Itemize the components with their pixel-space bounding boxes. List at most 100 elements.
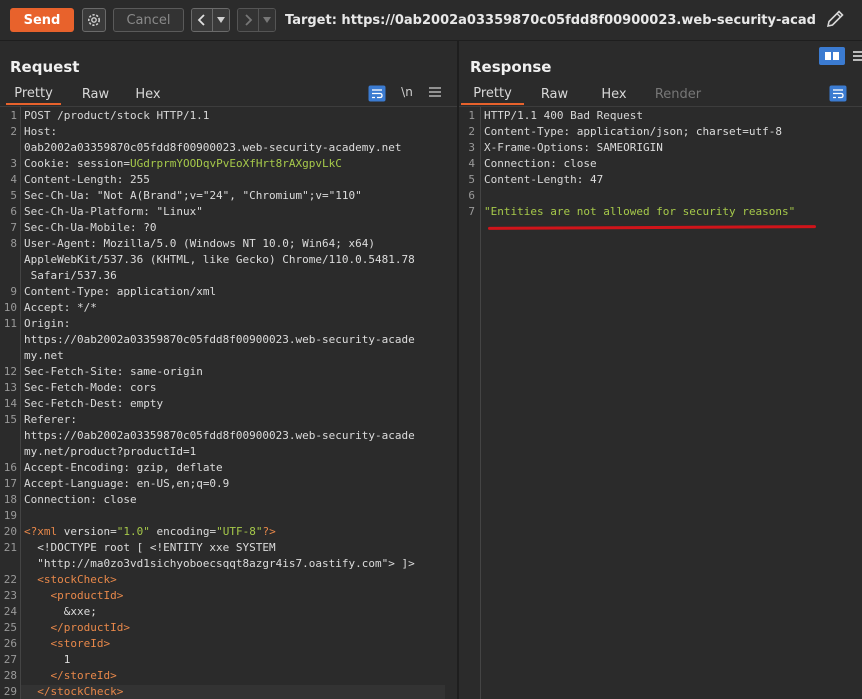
request-menu-button[interactable] [427, 85, 443, 99]
code-line: Sec-Fetch-Dest: empty [24, 397, 163, 410]
code-token: : [70, 413, 77, 426]
tab-request-pretty[interactable]: Pretty [6, 83, 61, 105]
line-number: 7 [10, 221, 17, 234]
code-line: Referer: [24, 413, 77, 426]
code-line: </productId> [24, 621, 129, 634]
forward-button[interactable] [238, 9, 258, 31]
tab-request-raw[interactable]: Raw [68, 83, 123, 105]
response-format-button[interactable] [829, 84, 847, 102]
code-token: 1 [24, 653, 71, 666]
code-line: User-Agent: Mozilla/5.0 (Windows NT 10.0… [24, 237, 375, 250]
code-token: AppleWebKit/537.36 (KHTML, like Gecko) C… [24, 253, 415, 266]
line-number: 13 [3, 381, 17, 394]
back-nav-group [191, 8, 230, 32]
code-token: <storeId> [24, 637, 111, 650]
line-number: 23 [3, 589, 17, 602]
code-line: Host: [24, 125, 57, 138]
response-gutter-divider [480, 107, 481, 699]
code-line: AppleWebKit/537.36 (KHTML, like Gecko) C… [24, 253, 415, 266]
code-line: 0ab2002a03359870c05fdd8f00900023.web-sec… [24, 141, 402, 154]
line-number: 6 [10, 205, 17, 218]
code-line: Sec-Ch-Ua-Mobile: ?0 [24, 221, 156, 234]
hamburger-icon [429, 87, 441, 97]
layout-rows-button[interactable] [851, 49, 862, 63]
code-token: Connection [484, 157, 551, 170]
code-token: X-Frame-Options [484, 141, 584, 154]
line-number: 3 [468, 141, 475, 154]
tab-response-render[interactable]: Render [648, 83, 708, 105]
code-token: Safari/537.36 [24, 269, 117, 282]
cancel-button[interactable]: Cancel [113, 8, 184, 32]
tab-response-pretty[interactable]: Pretty [461, 83, 524, 105]
code-line: Sec-Fetch-Site: same-origin [24, 365, 203, 378]
code-line: <!DOCTYPE root [ <!ENTITY xxe SYSTEM [24, 541, 275, 554]
tab-response-raw[interactable]: Raw [527, 83, 582, 105]
back-button[interactable] [192, 9, 212, 31]
line-number: 1 [10, 109, 17, 122]
code-line: 1 [24, 653, 71, 666]
settings-button[interactable] [82, 8, 106, 32]
toolbar: Send Cancel Target: https://0ab2002a0335… [0, 0, 862, 40]
forward-history-dropdown[interactable] [258, 9, 275, 31]
code-line: my.net [24, 349, 64, 362]
code-line: &xxe; [24, 605, 97, 618]
request-format-button[interactable] [368, 84, 386, 102]
back-history-dropdown[interactable] [212, 9, 229, 31]
code-token: <productId> [24, 589, 124, 602]
code-token: </stockCheck> [24, 685, 124, 698]
code-token: : */* [63, 301, 97, 314]
code-line: <stockCheck> [24, 573, 116, 586]
columns-layout-icon [819, 47, 845, 65]
code-token: : 255 [116, 173, 150, 186]
code-line: </storeId> [24, 669, 117, 682]
code-token: Sec-Ch-Ua-Platform [24, 205, 144, 218]
code-token: Sec-Ch-Ua [24, 189, 84, 202]
code-line: Connection: close [484, 157, 597, 170]
code-token: </storeId> [24, 669, 117, 682]
tab-response-hex[interactable]: Hex [594, 83, 634, 105]
code-token: UGdrprmYOODqvPvEoXfHrt8rAXgpvLkC [129, 157, 342, 170]
send-button[interactable]: Send [10, 8, 74, 32]
code-token: Sec-Fetch-Dest [24, 397, 117, 410]
code-line: https://0ab2002a03359870c05fdd8f00900023… [24, 333, 415, 346]
chevron-right-icon [245, 14, 253, 26]
rows-layout-icon [853, 51, 862, 61]
code-token: "1.0" [116, 525, 150, 538]
tab-request-hex[interactable]: Hex [128, 83, 168, 105]
code-line: Sec-Ch-Ua: "Not A(Brand";v="24", "Chromi… [24, 189, 362, 202]
code-line: X-Frame-Options: SAMEORIGIN [484, 141, 663, 154]
code-token: POST /product/stock HTTP/1.1 [24, 109, 210, 122]
pretty-format-icon [368, 85, 386, 101]
request-gutter-divider [20, 107, 21, 699]
code-token: Content-Type [24, 285, 104, 298]
code-token: Referer [24, 413, 71, 426]
line-number: 25 [3, 621, 17, 634]
request-editor[interactable]: 1 POST /product/stock HTTP/1.1 2 Host: 0ab20… [0, 107, 457, 699]
code-line: HTTP/1.1 400 Bad Request [484, 109, 643, 122]
line-number: 10 [3, 301, 17, 314]
code-token: : "Not A(Brand";v="24", "Chromium";v="11… [83, 189, 362, 202]
edit-target-button[interactable] [824, 8, 846, 30]
code-token: my.net [24, 349, 64, 362]
code-token: my.net/product?productId=1 [24, 445, 197, 458]
code-line: Content-Type: application/json; charset=… [484, 125, 782, 138]
line-number: 24 [3, 605, 17, 618]
newline-toggle-button[interactable]: \n [397, 84, 417, 100]
response-title: Response [470, 58, 552, 76]
chevron-down-icon [263, 17, 271, 23]
code-token: : en-US,en;q=0.9 [123, 477, 230, 490]
code-line: "Entities are not allowed for security r… [484, 205, 795, 218]
forward-nav-group [237, 8, 276, 32]
line-number: 1 [468, 109, 475, 122]
code-token: : 47 [576, 173, 604, 186]
layout-toggle-button[interactable] [818, 47, 846, 65]
code-token: Sec-Fetch-Site [24, 365, 117, 378]
line-number: 8 [10, 237, 17, 250]
code-token: User-Agent [24, 237, 91, 250]
code-token: &xxe; [24, 605, 97, 618]
line-number: 15 [3, 413, 17, 426]
code-line: </stockCheck> [24, 685, 123, 698]
code-token: : session= [63, 157, 130, 170]
response-editor[interactable]: 1 HTTP/1.1 400 Bad Request 2 Content-Type: … [459, 107, 862, 699]
code-token: : [63, 317, 71, 330]
